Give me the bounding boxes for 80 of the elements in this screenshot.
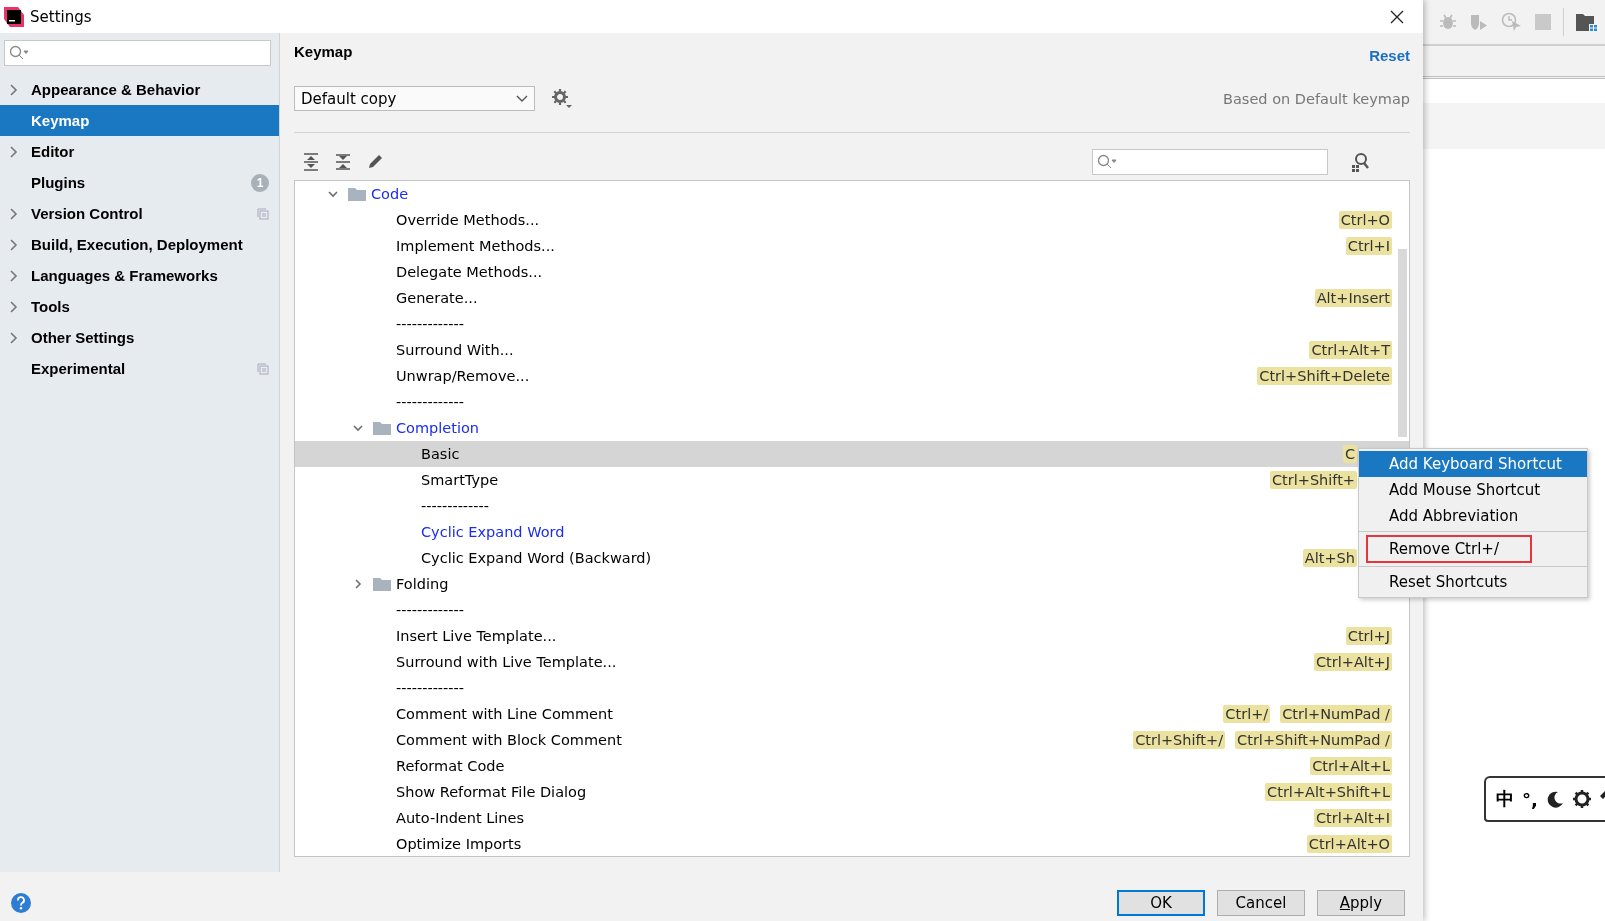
shortcut-tag: Ctrl+NumPad / [1280, 705, 1392, 723]
menu-item[interactable]: Reset Shortcuts [1359, 569, 1587, 595]
shortcut-tag: Ctrl+I [1345, 237, 1392, 255]
sidebar-item[interactable]: Experimental [0, 353, 279, 384]
separator-text: ------------- [396, 602, 465, 618]
action-label[interactable]: Surround With... [396, 342, 514, 358]
shortcut-tag: Ctrl+J [1345, 627, 1392, 645]
shortcut-tag: C [1342, 445, 1357, 463]
action-label[interactable]: Insert Live Template... [396, 628, 557, 644]
keymap-dropdown[interactable]: Default copy [294, 86, 535, 111]
dialog-button[interactable]: Apply [1317, 889, 1405, 916]
ime-label[interactable]: 中 [1496, 787, 1514, 811]
action-label[interactable]: Surround with Live Template... [396, 654, 617, 670]
sidebar-label: Build, Execution, Deployment [31, 236, 244, 253]
menu-item[interactable]: Remove Ctrl+/ [1366, 535, 1532, 563]
shortcut-tag: Ctrl+Alt+T [1309, 341, 1392, 359]
shortcut-tag: Ctrl+Alt+J [1314, 653, 1392, 671]
sidebar-label: Other Settings [31, 329, 136, 346]
sidebar-label: Experimental [31, 360, 127, 377]
shortcut-tag: Ctrl+Shift+/ [1133, 731, 1226, 749]
page-title: Keymap [294, 43, 353, 60]
action-label[interactable]: SmartType [421, 472, 499, 488]
shortcut-tag: Ctrl+Shift+Delete [1257, 367, 1392, 385]
menu-item[interactable]: Add Abbreviation [1359, 503, 1587, 529]
action-label[interactable]: Auto-Indent Lines [396, 810, 524, 826]
sidebar-label: Plugins [31, 174, 87, 191]
sidebar-label: Appearance & Behavior [31, 81, 202, 98]
folder-label[interactable]: Completion [396, 420, 480, 436]
shortcut-tag: Ctrl+Alt+O [1306, 835, 1392, 853]
action-label[interactable]: Cyclic Expand Word [421, 524, 565, 540]
count-badge: 1 [251, 173, 269, 192]
shortcut-tag: Ctrl+Shift+NumPad / [1235, 731, 1392, 749]
sidebar-item[interactable]: Appearance & Behavior [0, 74, 279, 105]
sidebar-item[interactable]: Tools [0, 291, 279, 322]
shortcut-tag: Ctrl+Shift+ [1269, 471, 1357, 489]
sidebar-item[interactable]: Editor [0, 136, 279, 167]
shortcut-tag: Ctrl+O [1338, 211, 1392, 229]
action-label[interactable]: Implement Methods... [396, 238, 555, 254]
sidebar-label: Tools [31, 298, 71, 315]
reset-link[interactable]: Reset [1369, 47, 1410, 64]
separator-text: ------------- [421, 498, 490, 514]
folder-label[interactable]: Code [371, 186, 409, 202]
action-label[interactable]: Comment with Block Comment [396, 732, 622, 748]
menu-item[interactable]: Add Mouse Shortcut [1359, 477, 1587, 503]
action-label[interactable]: Comment with Line Comment [396, 706, 613, 722]
sidebar-item[interactable]: Build, Execution, Deployment [0, 229, 279, 260]
ime-label[interactable]: °, [1522, 788, 1538, 810]
window-title: Settings [30, 7, 92, 26]
based-on-text: Based on Default keymap [1223, 90, 1410, 107]
separator-text: ------------- [396, 680, 465, 696]
dialog-button[interactable]: Cancel [1217, 889, 1305, 916]
action-label[interactable]: Delegate Methods... [396, 264, 543, 280]
action-label[interactable]: Cyclic Expand Word (Backward) [421, 550, 652, 566]
sidebar-item[interactable]: Version Control [0, 198, 279, 229]
sidebar-label: Editor [31, 143, 76, 160]
separator-text: ------------- [396, 316, 465, 332]
shortcut-tag: Ctrl+/ [1223, 705, 1271, 723]
action-label[interactable]: Basic [421, 446, 460, 462]
dialog-button[interactable]: OK [1117, 889, 1205, 916]
folder-label[interactable]: Folding [396, 576, 449, 592]
sidebar-item[interactable]: Other Settings [0, 322, 279, 353]
action-label[interactable]: Show Reformat File Dialog [396, 784, 587, 800]
action-label[interactable]: Reformat Code [396, 758, 505, 774]
shortcut-tag: Ctrl+Alt+I [1314, 809, 1392, 827]
sidebar-label: Languages & Frameworks [31, 267, 219, 284]
sidebar-label: Version Control [31, 205, 144, 222]
action-label[interactable]: Unwrap/Remove... [396, 368, 530, 384]
shortcut-tag: Ctrl+Alt+Shift+L [1265, 783, 1392, 801]
action-label[interactable]: Override Methods... [396, 212, 540, 228]
menu-item[interactable]: Add Keyboard Shortcut [1359, 451, 1587, 477]
sidebar-item[interactable]: Plugins 1 [0, 167, 279, 198]
shortcut-tag: Alt+Sh [1302, 549, 1357, 567]
shortcut-tag: Ctrl+Alt+L [1310, 757, 1392, 775]
sidebar-item[interactable]: Keymap [0, 105, 279, 136]
separator-text: ------------- [396, 394, 465, 410]
sidebar-label: Keymap [31, 112, 91, 129]
action-label[interactable]: Generate... [396, 290, 478, 306]
sidebar-item[interactable]: Languages & Frameworks [0, 260, 279, 291]
shortcut-tag: Alt+Insert [1314, 289, 1392, 307]
action-label[interactable]: Optimize Imports [396, 836, 522, 852]
